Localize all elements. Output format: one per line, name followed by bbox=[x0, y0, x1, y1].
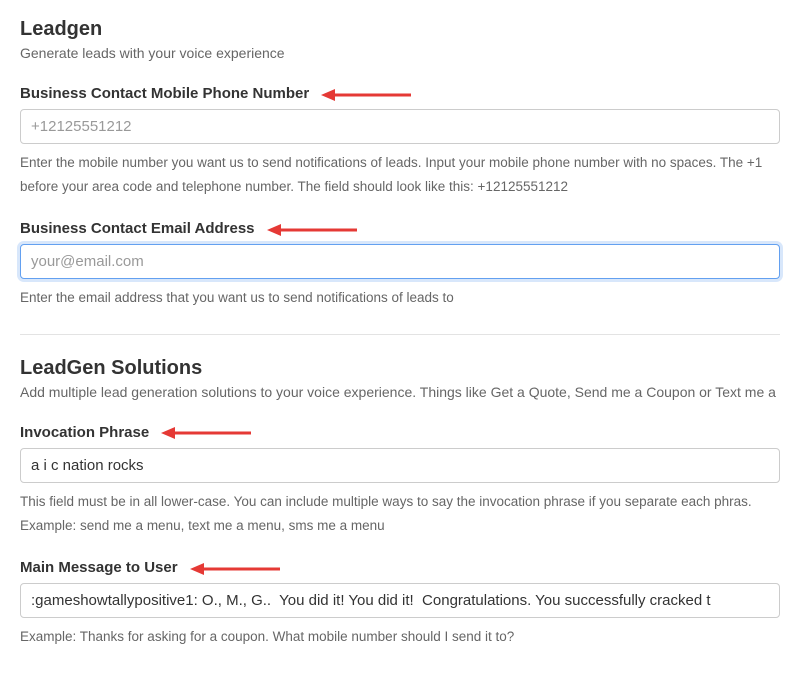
main-message-help-text: Example: Thanks for asking for a coupon.… bbox=[20, 625, 780, 649]
main-message-label: Main Message to User bbox=[20, 559, 178, 576]
email-label: Business Contact Email Address bbox=[20, 220, 255, 237]
invocation-help-text: This field must be in all lower-case. Yo… bbox=[20, 490, 780, 537]
phone-input[interactable] bbox=[20, 109, 780, 144]
email-help-text: Enter the email address that you want us… bbox=[20, 286, 780, 310]
phone-label: Business Contact Mobile Phone Number bbox=[20, 85, 309, 102]
invocation-label-row: Invocation Phrase bbox=[20, 424, 780, 441]
leadgen-section: Leadgen Generate leads with your voice e… bbox=[20, 18, 780, 310]
invocation-field-group: Invocation Phrase This field must be in … bbox=[20, 424, 780, 537]
phone-field-group: Business Contact Mobile Phone Number Ent… bbox=[20, 85, 780, 198]
arrow-left-icon bbox=[321, 88, 411, 102]
solutions-section: LeadGen Solutions Add multiple lead gene… bbox=[20, 357, 780, 649]
email-field-group: Business Contact Email Address Enter the… bbox=[20, 220, 780, 310]
invocation-label: Invocation Phrase bbox=[20, 424, 149, 441]
solutions-title: LeadGen Solutions bbox=[20, 357, 780, 380]
invocation-input[interactable] bbox=[20, 448, 780, 483]
arrow-left-icon bbox=[161, 426, 251, 440]
arrow-left-icon bbox=[267, 223, 357, 237]
arrow-left-icon bbox=[190, 562, 280, 576]
phone-help-text: Enter the mobile number you want us to s… bbox=[20, 151, 780, 198]
section-divider bbox=[20, 334, 780, 335]
email-label-row: Business Contact Email Address bbox=[20, 220, 780, 237]
leadgen-title: Leadgen bbox=[20, 18, 780, 41]
main-message-field-group: Main Message to User Example: Thanks for… bbox=[20, 559, 780, 649]
solutions-subtitle: Add multiple lead generation solutions t… bbox=[20, 384, 780, 400]
phone-label-row: Business Contact Mobile Phone Number bbox=[20, 85, 780, 102]
email-input[interactable] bbox=[20, 244, 780, 279]
main-message-label-row: Main Message to User bbox=[20, 559, 780, 576]
main-message-input[interactable] bbox=[20, 583, 780, 618]
leadgen-subtitle: Generate leads with your voice experienc… bbox=[20, 45, 780, 61]
